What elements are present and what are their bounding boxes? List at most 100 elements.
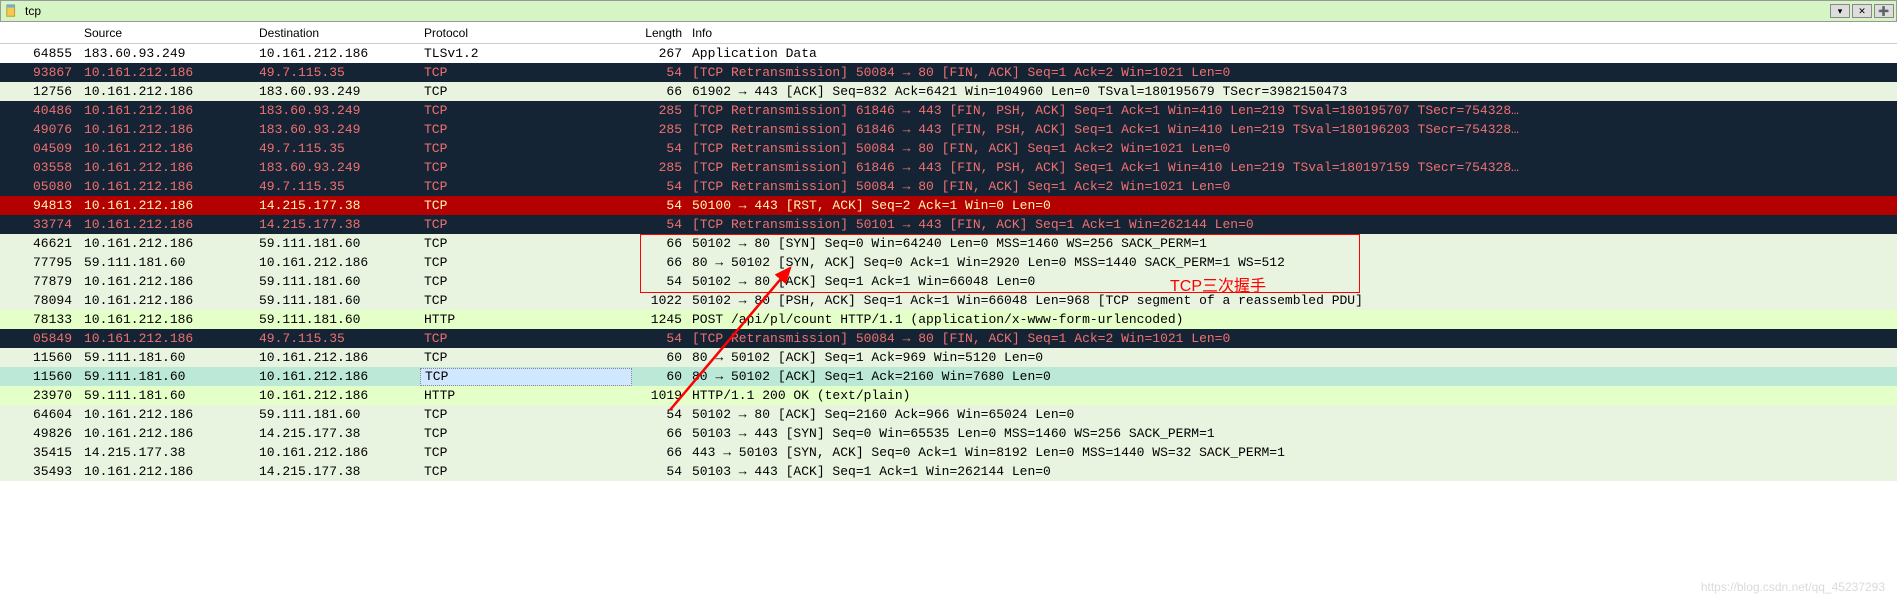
cell-no: 40486 bbox=[0, 103, 80, 118]
cell-protocol: TCP bbox=[420, 445, 632, 460]
packet-row[interactable]: 6460410.161.212.18659.111.181.60TCP54501… bbox=[0, 405, 1897, 424]
packet-row[interactable]: 3377410.161.212.18614.215.177.38TCP54[TC… bbox=[0, 215, 1897, 234]
display-filter-input[interactable] bbox=[21, 4, 1830, 18]
cell-protocol: TCP bbox=[420, 141, 632, 156]
packet-row[interactable]: 7787910.161.212.18659.111.181.60TCP54501… bbox=[0, 272, 1897, 291]
cell-info: [TCP Retransmission] 61846 → 443 [FIN, P… bbox=[688, 160, 1897, 175]
cell-destination: 49.7.115.35 bbox=[255, 65, 420, 80]
cell-no: 77879 bbox=[0, 274, 80, 289]
packet-row[interactable]: 3541514.215.177.3810.161.212.186TCP66443… bbox=[0, 443, 1897, 462]
packet-row[interactable]: 4662110.161.212.18659.111.181.60TCP66501… bbox=[0, 234, 1897, 253]
clear-filter-button[interactable]: ✕ bbox=[1852, 4, 1872, 18]
cell-destination: 59.111.181.60 bbox=[255, 293, 420, 308]
packet-row[interactable]: 2397059.111.181.6010.161.212.186HTTP1019… bbox=[0, 386, 1897, 405]
packet-row[interactable]: 1156059.111.181.6010.161.212.186TCP6080 … bbox=[0, 348, 1897, 367]
packet-row[interactable]: 0508010.161.212.18649.7.115.35TCP54[TCP … bbox=[0, 177, 1897, 196]
cell-protocol: TCP bbox=[420, 274, 632, 289]
col-source-header[interactable]: Source bbox=[80, 26, 255, 40]
cell-destination: 49.7.115.35 bbox=[255, 141, 420, 156]
cell-source: 59.111.181.60 bbox=[80, 369, 255, 384]
cell-protocol: TCP bbox=[420, 103, 632, 118]
apply-filter-button[interactable]: ➕ bbox=[1874, 4, 1894, 18]
cell-protocol: TCP bbox=[420, 179, 632, 194]
cell-no: 23970 bbox=[0, 388, 80, 403]
cell-length: 54 bbox=[632, 179, 688, 194]
packet-row[interactable]: 3549310.161.212.18614.215.177.38TCP54501… bbox=[0, 462, 1897, 481]
cell-source: 10.161.212.186 bbox=[80, 274, 255, 289]
cell-source: 10.161.212.186 bbox=[80, 407, 255, 422]
cell-destination: 183.60.93.249 bbox=[255, 160, 420, 175]
cell-length: 267 bbox=[632, 46, 688, 61]
cell-info: [TCP Retransmission] 61846 → 443 [FIN, P… bbox=[688, 103, 1897, 118]
cell-length: 54 bbox=[632, 464, 688, 479]
cell-protocol: TCP bbox=[420, 464, 632, 479]
cell-no: 49076 bbox=[0, 122, 80, 137]
col-info-header[interactable]: Info bbox=[688, 26, 1897, 40]
col-protocol-header[interactable]: Protocol bbox=[420, 26, 632, 40]
cell-info: 50100 → 443 [RST, ACK] Seq=2 Ack=1 Win=0… bbox=[688, 198, 1897, 213]
cell-protocol: TCP bbox=[420, 160, 632, 175]
cell-length: 54 bbox=[632, 331, 688, 346]
cell-protocol: TCP bbox=[420, 217, 632, 232]
cell-protocol: TCP bbox=[420, 65, 632, 80]
cell-info: [TCP Retransmission] 61846 → 443 [FIN, P… bbox=[688, 122, 1897, 137]
cell-no: 12756 bbox=[0, 84, 80, 99]
packet-list[interactable]: 64855183.60.93.24910.161.212.186TLSv1.22… bbox=[0, 44, 1897, 481]
packet-row[interactable]: 0355810.161.212.186183.60.93.249TCP285[T… bbox=[0, 158, 1897, 177]
cell-no: 64604 bbox=[0, 407, 80, 422]
cell-protocol: TCP bbox=[420, 122, 632, 137]
cell-source: 10.161.212.186 bbox=[80, 198, 255, 213]
cell-source: 10.161.212.186 bbox=[80, 464, 255, 479]
expression-button[interactable]: ▾ bbox=[1830, 4, 1850, 18]
packet-row[interactable]: 4982610.161.212.18614.215.177.38TCP66501… bbox=[0, 424, 1897, 443]
cell-destination: 59.111.181.60 bbox=[255, 312, 420, 327]
cell-destination: 14.215.177.38 bbox=[255, 198, 420, 213]
packet-row[interactable]: 9386710.161.212.18649.7.115.35TCP54[TCP … bbox=[0, 63, 1897, 82]
cell-destination: 10.161.212.186 bbox=[255, 445, 420, 460]
packet-row[interactable]: 4048610.161.212.186183.60.93.249TCP285[T… bbox=[0, 101, 1897, 120]
cell-length: 1245 bbox=[632, 312, 688, 327]
cell-protocol: TCP bbox=[420, 255, 632, 270]
cell-length: 54 bbox=[632, 198, 688, 213]
cell-info: HTTP/1.1 200 OK (text/plain) bbox=[688, 388, 1897, 403]
cell-info: 80 → 50102 [ACK] Seq=1 Ack=2160 Win=7680… bbox=[688, 369, 1897, 384]
packet-row[interactable]: 7779559.111.181.6010.161.212.186TCP6680 … bbox=[0, 253, 1897, 272]
cell-info: 50102 → 80 [PSH, ACK] Seq=1 Ack=1 Win=66… bbox=[688, 293, 1897, 308]
cell-length: 54 bbox=[632, 217, 688, 232]
cell-no: 04509 bbox=[0, 141, 80, 156]
cell-info: 50103 → 443 [ACK] Seq=1 Ack=1 Win=262144… bbox=[688, 464, 1897, 479]
packet-row[interactable]: 1275610.161.212.186183.60.93.249TCP66619… bbox=[0, 82, 1897, 101]
cell-length: 66 bbox=[632, 236, 688, 251]
cell-destination: 49.7.115.35 bbox=[255, 331, 420, 346]
col-length-header[interactable]: Length bbox=[632, 26, 688, 40]
cell-info: 80 → 50102 [SYN, ACK] Seq=0 Ack=1 Win=29… bbox=[688, 255, 1897, 270]
cell-length: 66 bbox=[632, 255, 688, 270]
packet-row[interactable]: 4907610.161.212.186183.60.93.249TCP285[T… bbox=[0, 120, 1897, 139]
cell-protocol: TLSv1.2 bbox=[420, 46, 632, 61]
window-controls: ▾ ✕ ➕ bbox=[1830, 4, 1894, 18]
cell-destination: 14.215.177.38 bbox=[255, 217, 420, 232]
packet-row[interactable]: 9481310.161.212.18614.215.177.38TCP54501… bbox=[0, 196, 1897, 215]
cell-no: 78133 bbox=[0, 312, 80, 327]
cell-source: 59.111.181.60 bbox=[80, 350, 255, 365]
cell-no: 35415 bbox=[0, 445, 80, 460]
cell-source: 10.161.212.186 bbox=[80, 141, 255, 156]
cell-protocol: TCP bbox=[420, 198, 632, 213]
packet-row[interactable]: 0584910.161.212.18649.7.115.35TCP54[TCP … bbox=[0, 329, 1897, 348]
cell-info: 50103 → 443 [SYN] Seq=0 Win=65535 Len=0 … bbox=[688, 426, 1897, 441]
cell-no: 93867 bbox=[0, 65, 80, 80]
cell-protocol: TCP bbox=[420, 407, 632, 422]
cell-source: 10.161.212.186 bbox=[80, 217, 255, 232]
cell-no: 05849 bbox=[0, 331, 80, 346]
packet-row[interactable]: 0450910.161.212.18649.7.115.35TCP54[TCP … bbox=[0, 139, 1897, 158]
cell-info: 50102 → 80 [ACK] Seq=2160 Ack=966 Win=65… bbox=[688, 407, 1897, 422]
packet-row[interactable]: 7813310.161.212.18659.111.181.60HTTP1245… bbox=[0, 310, 1897, 329]
cell-no: 78094 bbox=[0, 293, 80, 308]
cell-destination: 14.215.177.38 bbox=[255, 464, 420, 479]
packet-row[interactable]: 64855183.60.93.24910.161.212.186TLSv1.22… bbox=[0, 44, 1897, 63]
col-destination-header[interactable]: Destination bbox=[255, 26, 420, 40]
cell-no: 46621 bbox=[0, 236, 80, 251]
packet-row[interactable]: 1156059.111.181.6010.161.212.186TCP6080 … bbox=[0, 367, 1897, 386]
packet-row[interactable]: 7809410.161.212.18659.111.181.60TCP10225… bbox=[0, 291, 1897, 310]
cell-destination: 183.60.93.249 bbox=[255, 84, 420, 99]
